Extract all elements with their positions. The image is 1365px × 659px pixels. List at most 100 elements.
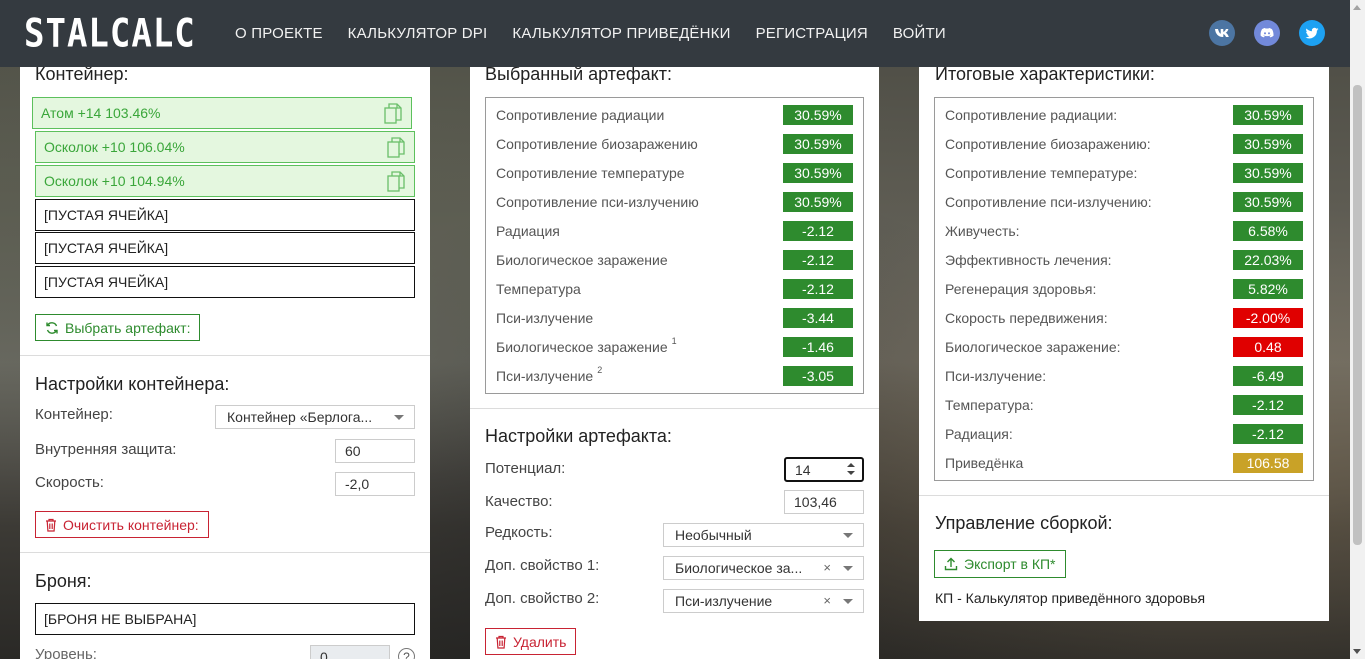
delete-artifact-label: Удалить <box>513 633 567 650</box>
stat-row: Сопротивление температуре: 30.59% <box>945 162 1303 184</box>
stat-value-badge: -1.46 <box>783 337 853 357</box>
container-panel: Контейнер: Атом +14 103.46% Осколок +10 … <box>20 64 430 659</box>
chevron-down-icon <box>394 415 404 420</box>
twitter-icon[interactable] <box>1299 20 1325 46</box>
stat-row: Сопротивление радиации 30.59% <box>496 104 853 126</box>
stat-name: Температура <box>496 281 581 297</box>
nav-about[interactable]: О ПРОЕКТЕ <box>235 25 323 42</box>
armor-slot-label: [БРОНЯ НЕ ВЫБРАНА] <box>44 611 197 627</box>
delete-artifact-button[interactable]: Удалить <box>485 628 577 655</box>
stat-name: Сопротивление биозаражению: <box>945 136 1151 152</box>
nav-register[interactable]: РЕГИСТРАЦИЯ <box>756 25 868 42</box>
artifact-stats-box: Сопротивление радиации 30.59% Сопротивлени… <box>485 97 864 394</box>
stat-value-badge: -3.05 <box>783 366 853 386</box>
copy-icon[interactable] <box>387 137 405 159</box>
speed-label: Скорость: <box>35 474 104 491</box>
choose-artifact-button[interactable]: Выбрать артефакт: <box>35 314 201 341</box>
clear-container-label: Очистить контейнер: <box>63 516 199 533</box>
stat-name: Пси-излучение <box>496 368 594 384</box>
artifact-slot-2[interactable]: Осколок +10 106.04% <box>35 131 415 163</box>
stat-row: Скорость передвижения: -2.00% <box>945 307 1303 329</box>
clear-container-button[interactable]: Очистить контейнер: <box>35 511 209 538</box>
copy-icon[interactable] <box>384 103 402 125</box>
social-links <box>1209 20 1325 46</box>
chevron-down-icon <box>843 599 853 604</box>
chevron-down-icon <box>843 533 853 538</box>
protection-input[interactable]: 60 <box>335 439 415 463</box>
stat-name: Скорость передвижения: <box>945 310 1108 326</box>
clear-icon[interactable]: × <box>823 593 831 608</box>
artifact-slot-1[interactable]: Атом +14 103.46% <box>32 97 412 129</box>
stat-value-badge: 30.59% <box>783 134 853 154</box>
stat-row: Температура -2.12 <box>496 278 853 300</box>
stat-value-badge: 5.82% <box>1233 279 1303 299</box>
stat-value-badge: 30.59% <box>1233 163 1303 183</box>
artifact-panel: Выбранный артефакт: Сопротивление радиац… <box>470 64 879 659</box>
logo[interactable]: STALCALC <box>24 11 196 57</box>
scroll-up-arrow-icon[interactable] <box>1353 5 1361 10</box>
stat-row: Температура: -2.12 <box>945 394 1303 416</box>
stat-value-badge: -2.12 <box>783 221 853 241</box>
nav-reduced-calculator[interactable]: КАЛЬКУЛЯТОР ПРИВЕДЁНКИ <box>512 25 730 42</box>
stat-value-badge: 30.59% <box>783 192 853 212</box>
artifact-slot-4[interactable]: [ПУСТАЯ ЯЧЕЙКА] <box>35 199 415 231</box>
nav-login[interactable]: ВОЙТИ <box>893 25 946 42</box>
divider <box>20 355 430 356</box>
chevron-down-icon <box>843 566 853 571</box>
stat-name: Приведёнка <box>945 455 1024 471</box>
divider <box>470 408 879 409</box>
extra-property-2-select[interactable]: Пси-излучение × <box>663 589 864 613</box>
scrollbar-thumb[interactable] <box>1353 85 1362 545</box>
container-settings-title: Настройки контейнера: <box>35 374 230 394</box>
stat-row: Сопротивление биозаражению 30.59% <box>496 133 853 155</box>
stat-name: Сопротивление температуре <box>496 165 685 181</box>
stat-row: Сопротивление пси-излучению: 30.59% <box>945 191 1303 213</box>
stat-name: Регенерация здоровья: <box>945 281 1097 297</box>
stat-row: Приведёнка 106.58 <box>945 452 1303 474</box>
totals-panel: Итоговые характеристики: Сопротивление р… <box>919 64 1329 621</box>
copy-icon[interactable] <box>387 171 405 193</box>
artifact-slot-6[interactable]: [ПУСТАЯ ЯЧЕЙКА] <box>35 266 415 298</box>
armor-level-input[interactable]: 0 <box>310 645 390 659</box>
stat-name: Живучесть: <box>945 223 1020 239</box>
clear-icon[interactable]: × <box>823 560 831 575</box>
divider <box>20 552 430 553</box>
page-scrollbar[interactable] <box>1350 0 1365 659</box>
stat-row: Сопротивление биозаражению: 30.59% <box>945 133 1303 155</box>
spinner-arrows-icon[interactable] <box>846 461 856 477</box>
stat-value-badge: 30.59% <box>1233 192 1303 212</box>
stat-row: Биологическое заражение 1 -1.46 <box>496 336 853 358</box>
stat-value-badge: -2.12 <box>1233 395 1303 415</box>
stat-row: Сопротивление радиации: 30.59% <box>945 104 1303 126</box>
extra-property-1-select[interactable]: Биологическое за... × <box>663 556 864 580</box>
armor-slot[interactable]: [БРОНЯ НЕ ВЫБРАНА] <box>35 603 415 635</box>
potential-input[interactable]: 14 <box>784 457 864 482</box>
quality-input[interactable]: 103,46 <box>784 490 864 514</box>
stat-row: Биологическое заражение -2.12 <box>496 249 853 271</box>
scroll-down-arrow-icon[interactable] <box>1353 649 1361 654</box>
export-button[interactable]: Экспорт в КП* <box>934 550 1066 578</box>
stat-name: Сопротивление пси-излучению <box>496 194 699 210</box>
help-icon[interactable]: ? <box>398 648 415 659</box>
rarity-select[interactable]: Необычный <box>663 523 864 547</box>
stat-name: Эффективность лечения: <box>945 252 1112 268</box>
export-label: Экспорт в КП* <box>964 556 1056 572</box>
artifact-slot-5[interactable]: [ПУСТАЯ ЯЧЕЙКА] <box>35 232 415 264</box>
stat-name: Сопротивление температуре: <box>945 165 1138 181</box>
nav-dpi-calculator[interactable]: КАЛЬКУЛЯТОР DPI <box>348 25 488 42</box>
stat-footnote-mark: 1 <box>671 336 677 346</box>
stat-name: Биологическое заражение <box>496 339 668 355</box>
discord-icon[interactable] <box>1254 20 1280 46</box>
selected-artifact-title: Выбранный артефакт: <box>485 64 672 84</box>
stat-row: Сопротивление температуре 30.59% <box>496 162 853 184</box>
artifact-settings-title: Настройки артефакта: <box>485 426 672 446</box>
container-type-select[interactable]: Контейнер «Берлога... <box>215 405 415 429</box>
stat-value-badge: -2.12 <box>783 250 853 270</box>
speed-input[interactable]: -2,0 <box>335 472 415 496</box>
vk-icon[interactable] <box>1209 20 1235 46</box>
artifact-slot-3[interactable]: Осколок +10 104.94% <box>35 165 415 197</box>
stat-name: Биологическое заражение: <box>945 339 1121 355</box>
stat-row: Сопротивление пси-излучению 30.59% <box>496 191 853 213</box>
container-type-label: Контейнер: <box>35 406 113 423</box>
potential-label: Потенциал: <box>485 460 566 477</box>
